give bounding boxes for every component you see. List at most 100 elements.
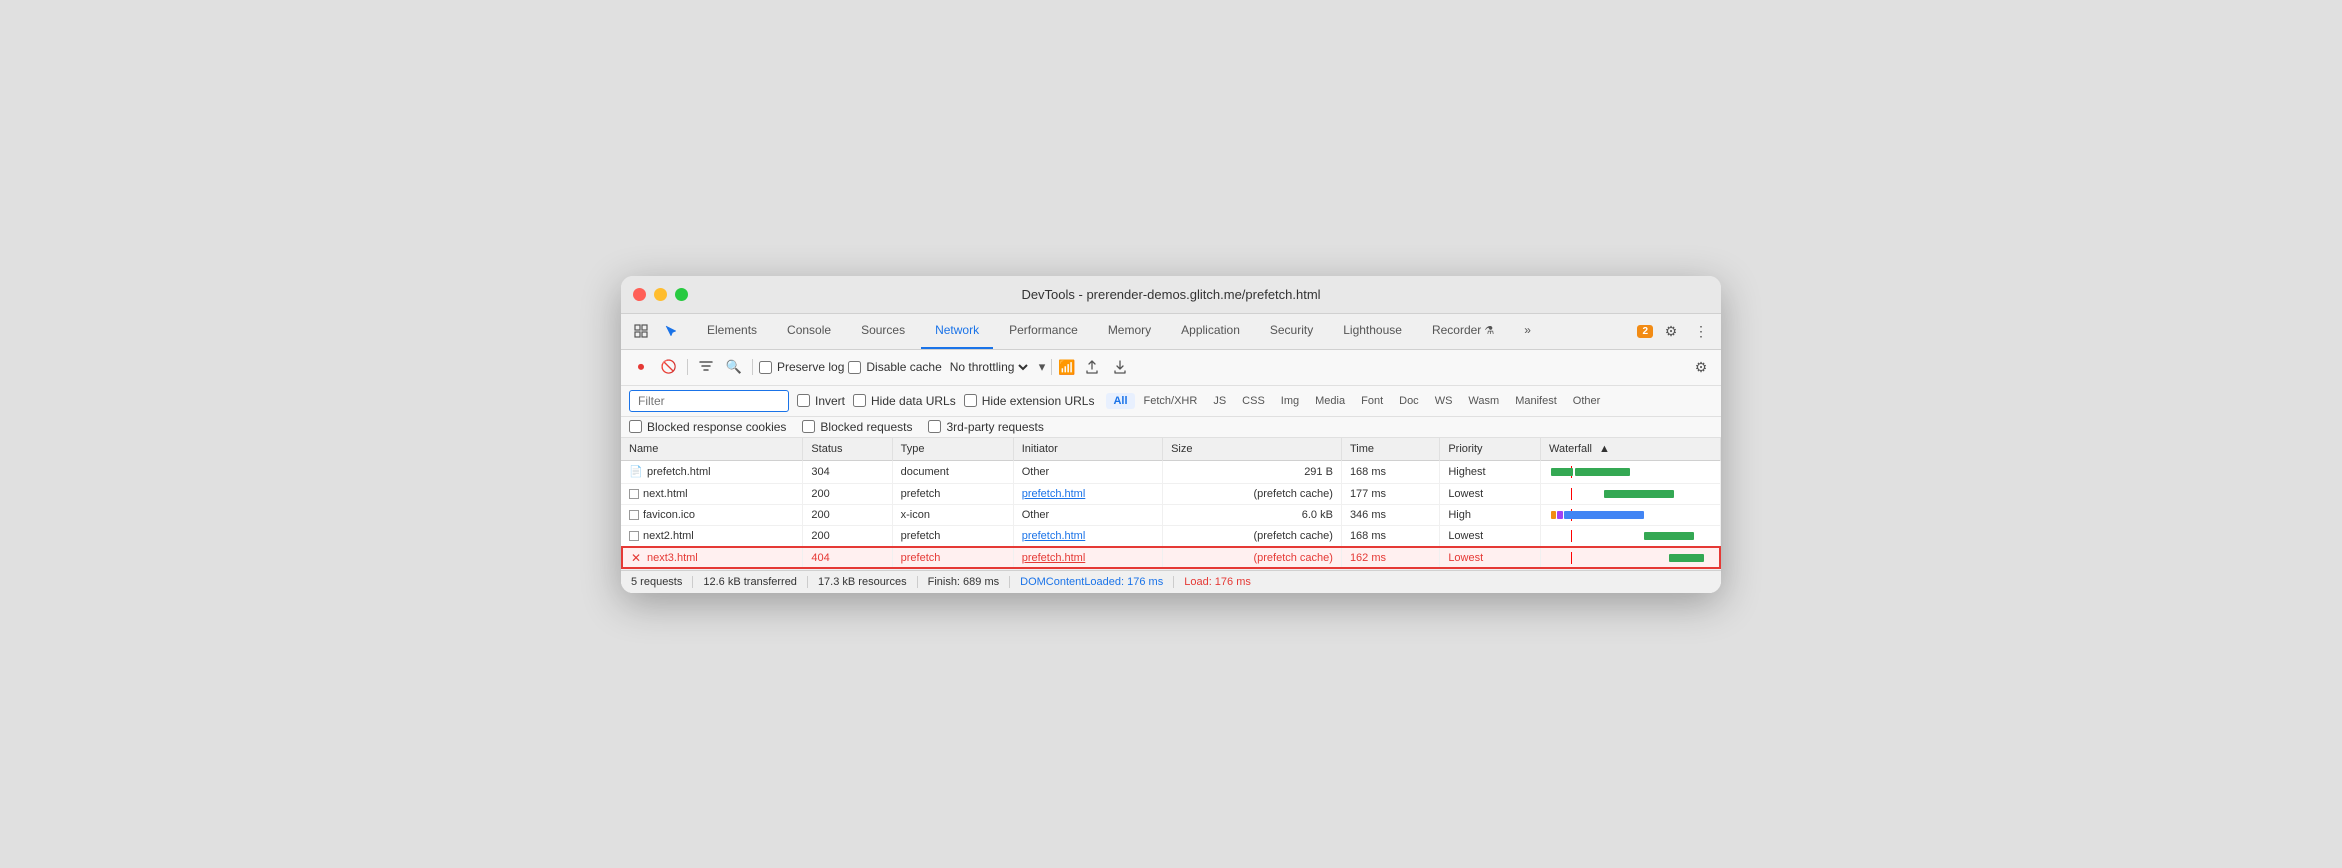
hide-ext-urls-checkbox[interactable] (964, 394, 977, 407)
cell-initiator[interactable]: prefetch.html (1013, 525, 1162, 546)
cell-name: next.html (621, 483, 803, 504)
cell-status: 304 (803, 460, 892, 483)
waterfall-bar (1644, 532, 1694, 540)
network-toolbar: ⏺ 🚫 🔍 Preserve log Disable cache No thro… (621, 350, 1721, 386)
search-button[interactable]: 🔍 (722, 355, 746, 379)
tab-security[interactable]: Security (1256, 313, 1327, 349)
col-size[interactable]: Size (1163, 438, 1342, 461)
filter-bar: Invert Hide data URLs Hide extension URL… (621, 386, 1721, 417)
blocked-requests-checkbox[interactable] (802, 420, 815, 433)
settings-icon[interactable]: ⚙ (1659, 319, 1683, 343)
blocked-cookies-label[interactable]: Blocked response cookies (629, 420, 786, 434)
cell-type: x-icon (892, 504, 1013, 525)
filter-type-all[interactable]: All (1106, 393, 1134, 409)
filter-type-font[interactable]: Font (1354, 393, 1390, 409)
maximize-button[interactable] (675, 288, 688, 301)
third-party-checkbox[interactable] (928, 420, 941, 433)
col-priority[interactable]: Priority (1440, 438, 1541, 461)
notification-badge: 2 (1637, 325, 1653, 338)
title-bar: DevTools - prerender-demos.glitch.me/pre… (621, 276, 1721, 314)
col-initiator[interactable]: Initiator (1013, 438, 1162, 461)
upload-icon[interactable] (1080, 355, 1104, 379)
table-row[interactable]: favicon.ico200x-iconOther6.0 kB346 msHig… (621, 504, 1721, 525)
cell-initiator[interactable]: prefetch.html (1013, 546, 1162, 569)
record-button[interactable]: ⏺ (629, 355, 653, 379)
col-status[interactable]: Status (803, 438, 892, 461)
blocked-requests-label[interactable]: Blocked requests (802, 420, 912, 434)
inspect-icon[interactable] (629, 319, 653, 343)
col-name[interactable]: Name (621, 438, 803, 461)
cell-time: 168 ms (1341, 525, 1439, 546)
tab-performance[interactable]: Performance (995, 313, 1092, 349)
hide-data-urls-checkbox[interactable] (853, 394, 866, 407)
cell-status: 200 (803, 504, 892, 525)
clear-button[interactable]: 🚫 (657, 355, 681, 379)
filter-type-img[interactable]: Img (1274, 393, 1306, 409)
cell-type: prefetch (892, 546, 1013, 569)
filter-type-other[interactable]: Other (1566, 393, 1608, 409)
filter-type-wasm[interactable]: Wasm (1461, 393, 1506, 409)
tab-elements[interactable]: Elements (693, 313, 771, 349)
hide-ext-urls-label[interactable]: Hide extension URLs (964, 394, 1095, 408)
col-waterfall[interactable]: Waterfall ▲ (1541, 438, 1721, 461)
disable-cache-checkbox[interactable] (848, 361, 861, 374)
tab-application[interactable]: Application (1167, 313, 1254, 349)
minimize-button[interactable] (654, 288, 667, 301)
preserve-log-label[interactable]: Preserve log (759, 360, 844, 374)
more-options-icon[interactable]: ⋮ (1689, 319, 1713, 343)
requests-table: Name Status Type Initiator Size Time Pri… (621, 438, 1721, 570)
blocked-cookies-checkbox[interactable] (629, 420, 642, 433)
col-type[interactable]: Type (892, 438, 1013, 461)
invert-checkbox[interactable] (797, 394, 810, 407)
filter-type-css[interactable]: CSS (1235, 393, 1272, 409)
waterfall-redline (1571, 488, 1572, 500)
load-time: Load: 176 ms (1174, 576, 1261, 588)
filter-type-manifest[interactable]: Manifest (1508, 393, 1564, 409)
third-party-label[interactable]: 3rd-party requests (928, 420, 1043, 434)
filter-input[interactable] (629, 390, 789, 412)
network-settings-icon[interactable]: ⚙ (1689, 355, 1713, 379)
preserve-log-checkbox[interactable] (759, 361, 772, 374)
wifi-icon: 📶 (1058, 359, 1075, 376)
filter-type-ws[interactable]: WS (1428, 393, 1460, 409)
waterfall-bar-container (1549, 509, 1709, 521)
disable-cache-label[interactable]: Disable cache (848, 360, 941, 374)
tab-lighthouse[interactable]: Lighthouse (1329, 313, 1416, 349)
filter-type-js[interactable]: JS (1206, 393, 1233, 409)
waterfall-bar (1557, 511, 1563, 519)
recorder-icon: ⚗ (1484, 324, 1494, 337)
cell-priority: High (1440, 504, 1541, 525)
close-button[interactable] (633, 288, 646, 301)
tab-network[interactable]: Network (921, 313, 993, 349)
download-icon[interactable] (1108, 355, 1132, 379)
table-row[interactable]: 📄prefetch.html304documentOther291 B168 m… (621, 460, 1721, 483)
filter-icon-button[interactable] (694, 355, 718, 379)
table-row[interactable]: next.html200prefetchprefetch.html(prefet… (621, 483, 1721, 504)
tab-recorder[interactable]: Recorder ⚗ (1418, 313, 1508, 349)
filter-type-doc[interactable]: Doc (1392, 393, 1426, 409)
cell-initiator[interactable]: prefetch.html (1013, 483, 1162, 504)
toolbar-right: ⚙ (1689, 355, 1713, 379)
waterfall-bar (1564, 511, 1644, 519)
filter-type-fetch/xhr[interactable]: Fetch/XHR (1137, 393, 1205, 409)
invert-label[interactable]: Invert (797, 394, 845, 408)
cell-type: prefetch (892, 483, 1013, 504)
tab-console[interactable]: Console (773, 313, 845, 349)
cell-status: 404 (803, 546, 892, 569)
tab-sources[interactable]: Sources (847, 313, 919, 349)
filter-type-media[interactable]: Media (1308, 393, 1352, 409)
square-icon (629, 510, 639, 520)
devtools-panel: Elements Console Sources Network Perform… (621, 314, 1721, 593)
waterfall-bar (1604, 490, 1674, 498)
throttle-select[interactable]: No throttling (946, 359, 1031, 375)
resources-size: 17.3 kB resources (808, 576, 918, 588)
tab-memory[interactable]: Memory (1094, 313, 1165, 349)
hide-data-urls-label[interactable]: Hide data URLs (853, 394, 956, 408)
devtools-window: DevTools - prerender-demos.glitch.me/pre… (621, 276, 1721, 593)
col-time[interactable]: Time (1341, 438, 1439, 461)
table-row[interactable]: next2.html200prefetchprefetch.html(prefe… (621, 525, 1721, 546)
element-picker-icon[interactable] (659, 319, 683, 343)
tab-more[interactable]: » (1510, 313, 1545, 349)
cell-type: document (892, 460, 1013, 483)
table-row[interactable]: ✕next3.html404prefetchprefetch.html(pref… (621, 546, 1721, 569)
